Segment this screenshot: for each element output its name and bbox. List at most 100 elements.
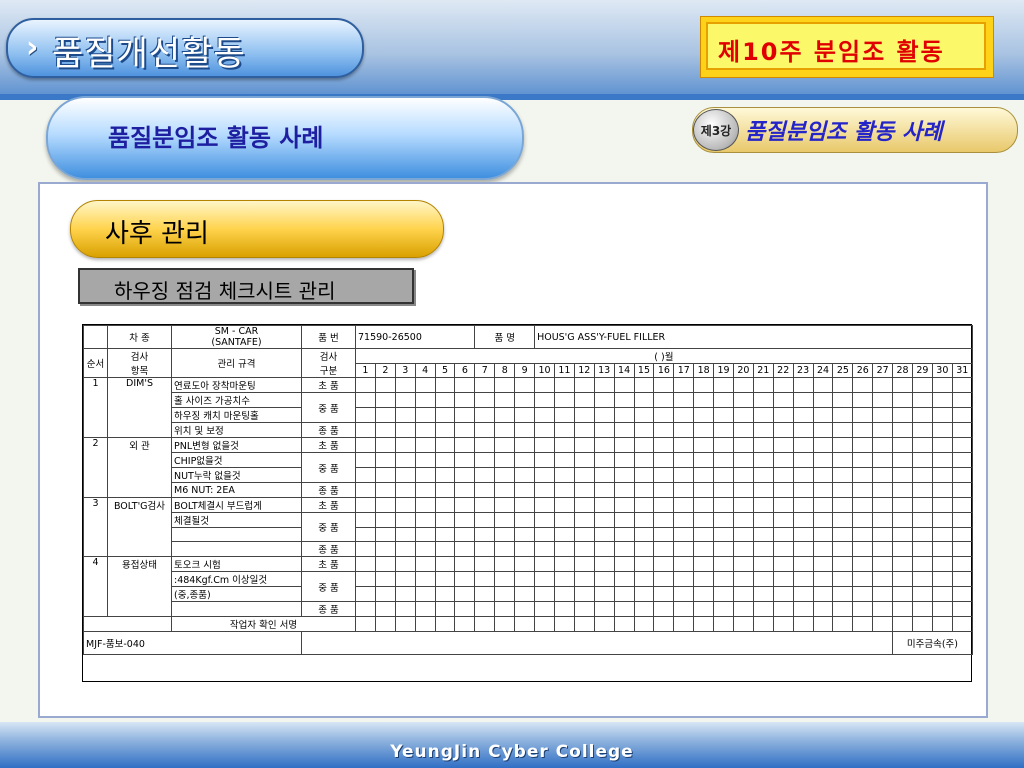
check-cell[interactable] xyxy=(593,437,615,453)
check-cell[interactable] xyxy=(633,497,655,513)
check-cell[interactable] xyxy=(355,527,376,542)
check-cell[interactable] xyxy=(892,497,913,513)
check-cell[interactable] xyxy=(414,467,436,483)
check-cell[interactable] xyxy=(832,422,854,438)
check-cell[interactable] xyxy=(931,482,953,498)
check-cell[interactable] xyxy=(355,392,376,408)
check-cell[interactable] xyxy=(633,512,655,528)
check-cell[interactable] xyxy=(852,437,874,453)
check-cell[interactable] xyxy=(693,437,715,453)
check-cell[interactable] xyxy=(633,541,655,557)
check-cell[interactable] xyxy=(772,556,794,572)
check-cell[interactable] xyxy=(693,452,715,468)
check-cell[interactable] xyxy=(892,541,913,557)
check-cell[interactable] xyxy=(872,512,894,528)
check-cell[interactable] xyxy=(852,377,874,393)
check-cell[interactable] xyxy=(752,556,774,572)
check-cell[interactable] xyxy=(454,452,476,468)
check-cell[interactable] xyxy=(613,541,635,557)
check-cell[interactable] xyxy=(752,497,774,513)
check-cell[interactable] xyxy=(394,482,416,498)
check-cell[interactable] xyxy=(573,601,595,617)
check-cell[interactable] xyxy=(394,512,416,528)
check-cell[interactable] xyxy=(633,422,655,438)
check-cell[interactable] xyxy=(892,452,913,468)
check-cell[interactable] xyxy=(693,497,715,513)
check-cell[interactable] xyxy=(514,616,536,632)
check-cell[interactable] xyxy=(852,497,874,513)
check-cell[interactable] xyxy=(713,377,734,393)
check-cell[interactable] xyxy=(494,377,516,393)
check-cell[interactable] xyxy=(812,601,834,617)
check-cell[interactable] xyxy=(852,541,874,557)
check-cell[interactable] xyxy=(951,586,973,602)
check-cell[interactable] xyxy=(693,482,715,498)
check-cell[interactable] xyxy=(474,616,496,632)
check-cell[interactable] xyxy=(414,527,436,542)
check-cell[interactable] xyxy=(912,437,933,453)
check-cell[interactable] xyxy=(653,556,675,572)
check-cell[interactable] xyxy=(414,586,436,602)
check-cell[interactable] xyxy=(772,407,794,423)
check-cell[interactable] xyxy=(474,392,496,408)
check-cell[interactable] xyxy=(931,377,953,393)
check-cell[interactable] xyxy=(931,571,953,587)
check-cell[interactable] xyxy=(394,377,416,393)
check-cell[interactable] xyxy=(951,497,973,513)
check-cell[interactable] xyxy=(673,452,695,468)
check-cell[interactable] xyxy=(912,497,933,513)
check-cell[interactable] xyxy=(673,482,695,498)
check-cell[interactable] xyxy=(951,482,973,498)
check-cell[interactable] xyxy=(792,616,814,632)
check-cell[interactable] xyxy=(832,556,854,572)
check-cell[interactable] xyxy=(912,422,933,438)
check-cell[interactable] xyxy=(673,616,695,632)
check-cell[interactable] xyxy=(931,601,953,617)
check-cell[interactable] xyxy=(534,407,555,423)
check-cell[interactable] xyxy=(732,482,754,498)
check-cell[interactable] xyxy=(474,527,496,542)
check-cell[interactable] xyxy=(732,497,754,513)
check-cell[interactable] xyxy=(812,422,834,438)
check-cell[interactable] xyxy=(454,512,476,528)
check-cell[interactable] xyxy=(374,377,396,393)
check-cell[interactable] xyxy=(912,616,933,632)
check-cell[interactable] xyxy=(772,377,794,393)
check-cell[interactable] xyxy=(593,377,615,393)
check-cell[interactable] xyxy=(514,601,536,617)
check-cell[interactable] xyxy=(772,392,794,408)
check-cell[interactable] xyxy=(693,541,715,557)
check-cell[interactable] xyxy=(653,392,675,408)
check-cell[interactable] xyxy=(394,467,416,483)
check-cell[interactable] xyxy=(673,392,695,408)
check-cell[interactable] xyxy=(394,616,416,632)
check-cell[interactable] xyxy=(454,377,476,393)
check-cell[interactable] xyxy=(832,467,854,483)
check-cell[interactable] xyxy=(494,392,516,408)
check-cell[interactable] xyxy=(454,586,476,602)
check-cell[interactable] xyxy=(693,407,715,423)
check-cell[interactable] xyxy=(792,541,814,557)
check-cell[interactable] xyxy=(752,452,774,468)
check-cell[interactable] xyxy=(713,467,734,483)
check-cell[interactable] xyxy=(355,452,376,468)
check-cell[interactable] xyxy=(713,586,734,602)
check-cell[interactable] xyxy=(951,407,973,423)
check-cell[interactable] xyxy=(772,616,794,632)
check-cell[interactable] xyxy=(633,407,655,423)
check-cell[interactable] xyxy=(951,452,973,468)
check-cell[interactable] xyxy=(931,452,953,468)
check-cell[interactable] xyxy=(673,467,695,483)
check-cell[interactable] xyxy=(514,467,536,483)
check-cell[interactable] xyxy=(534,437,555,453)
check-cell[interactable] xyxy=(593,512,615,528)
check-cell[interactable] xyxy=(394,437,416,453)
check-cell[interactable] xyxy=(613,571,635,587)
check-cell[interactable] xyxy=(633,377,655,393)
check-cell[interactable] xyxy=(792,422,814,438)
check-cell[interactable] xyxy=(812,377,834,393)
check-cell[interactable] xyxy=(553,482,575,498)
check-cell[interactable] xyxy=(892,571,913,587)
check-cell[interactable] xyxy=(713,616,734,632)
check-cell[interactable] xyxy=(374,527,396,542)
